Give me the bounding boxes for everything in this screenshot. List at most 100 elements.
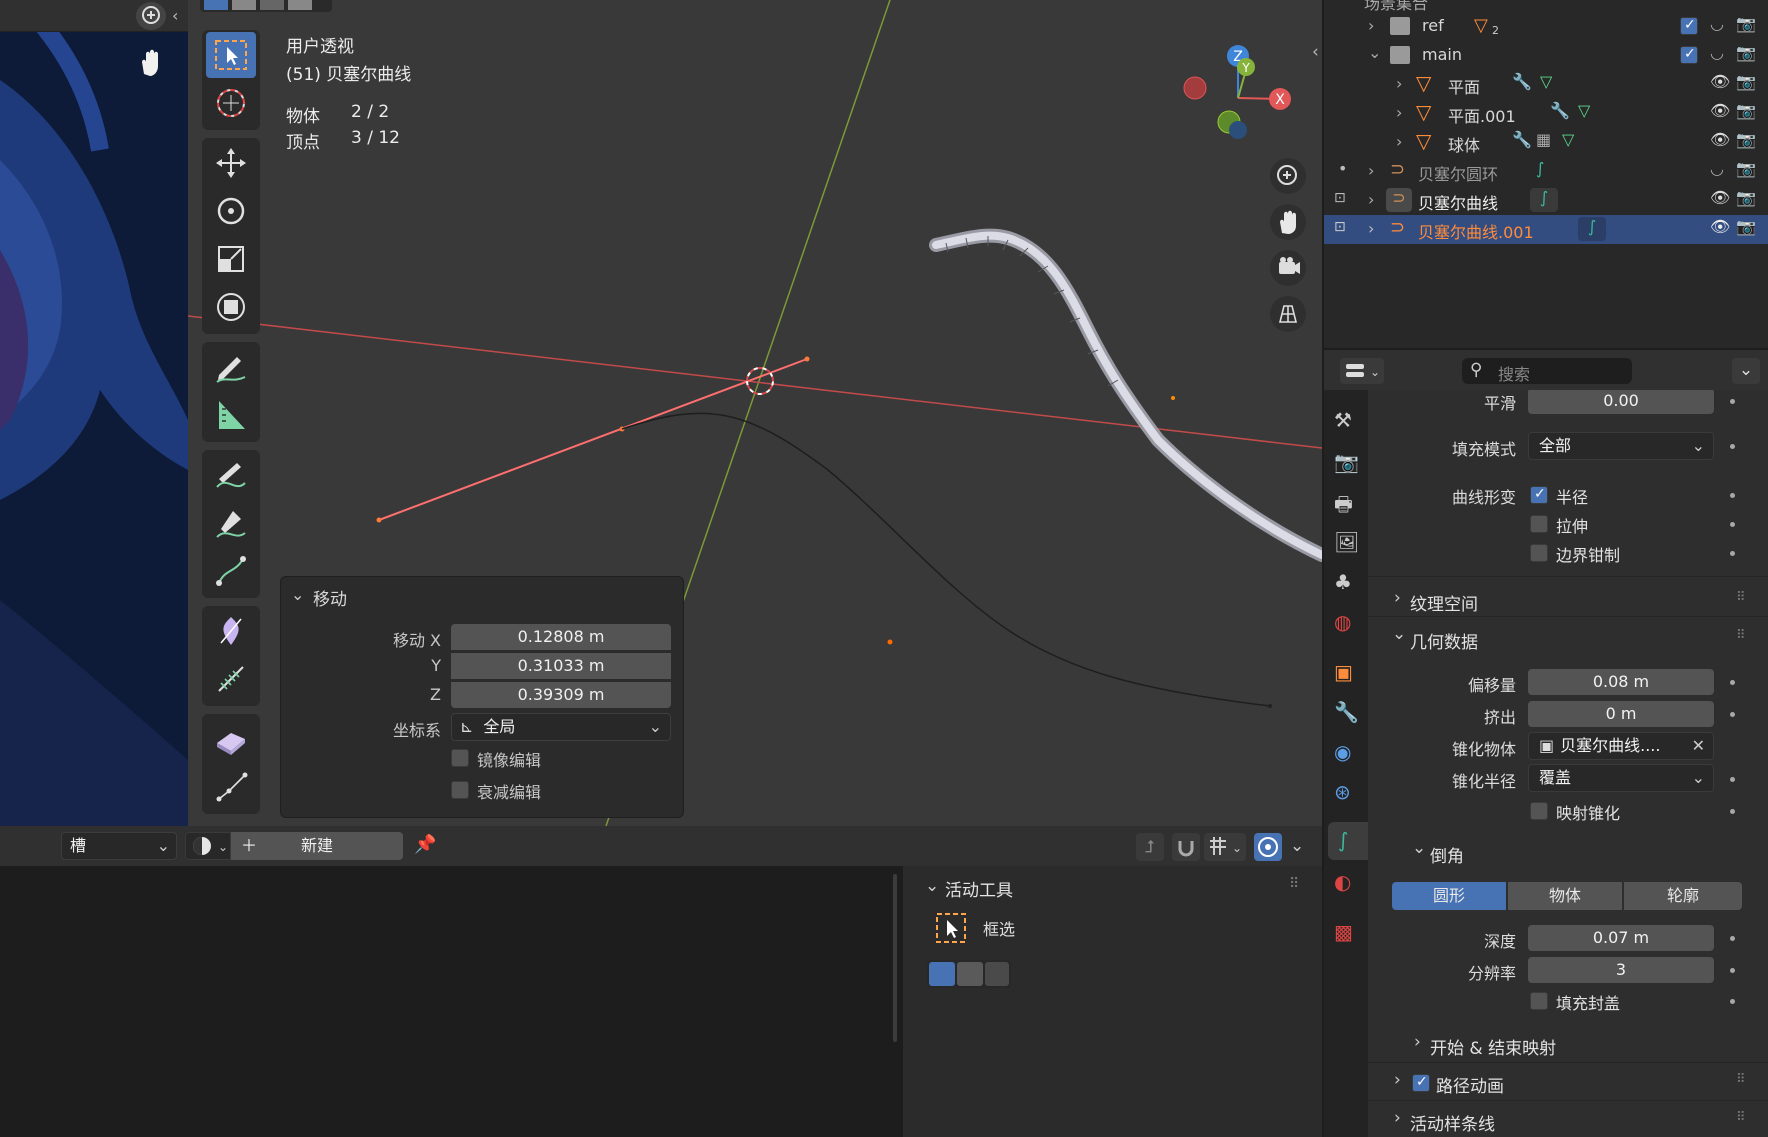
bevel-mode-round[interactable]: 圆形 bbox=[1392, 882, 1506, 910]
world-tab-icon[interactable]: ◍ bbox=[1334, 610, 1360, 636]
offset-field[interactable]: 0.08 m bbox=[1528, 669, 1714, 695]
hide-viewport-icon[interactable]: ◡ bbox=[1710, 159, 1724, 178]
tool-scale[interactable] bbox=[206, 236, 256, 282]
outliner[interactable]: 场景集合 › ref ▽ 2 ◡ 📷 ⌄ main ◡ 📷 › ▽ 平面 🔧 ▽… bbox=[1324, 0, 1768, 348]
ortho-grid-icon[interactable] bbox=[1270, 296, 1306, 332]
drag-handle-icon[interactable]: ⠿ bbox=[1736, 1072, 1746, 1087]
smooth-field[interactable]: 0.00 bbox=[1528, 390, 1714, 414]
select-new-icon[interactable] bbox=[204, 0, 228, 10]
chevron-right-icon[interactable]: › bbox=[1396, 103, 1402, 122]
outliner-row-ref[interactable]: › ref ▽ 2 ◡ 📷 bbox=[1324, 12, 1768, 41]
camera-render-icon[interactable]: 📷 bbox=[1736, 43, 1756, 62]
select-invert-icon[interactable] bbox=[288, 0, 312, 10]
constraint-tab-icon[interactable]: ⊛ bbox=[1334, 780, 1360, 806]
collapse-chevron-icon[interactable]: ‹ bbox=[172, 6, 178, 25]
tool-transform[interactable] bbox=[206, 284, 256, 330]
hide-viewport-icon[interactable]: ◡ bbox=[1710, 14, 1724, 33]
snap-magnet-icon[interactable] bbox=[1172, 833, 1200, 861]
camera-render-icon[interactable]: 📷 bbox=[1736, 159, 1756, 178]
fill-caps-checkbox[interactable] bbox=[1530, 992, 1548, 1010]
select-new-icon[interactable] bbox=[929, 962, 955, 986]
keyframe-dot[interactable] bbox=[1730, 493, 1735, 498]
chevron-right-icon[interactable]: › bbox=[1396, 132, 1402, 151]
outliner-row-main[interactable]: ⌄ main ◡ 📷 bbox=[1324, 41, 1768, 70]
3d-viewport[interactable]: 用户透视 (51) 贝塞尔曲线 物体 2 / 2 顶点 3 / 12 X Z Y… bbox=[188, 0, 1322, 826]
exclude-checkbox[interactable] bbox=[1680, 17, 1698, 35]
proportional-edit-icon[interactable] bbox=[1254, 833, 1282, 861]
bevel-title[interactable]: 倒角 bbox=[1430, 842, 1464, 867]
bevel-mode-profile[interactable]: 轮廓 bbox=[1624, 882, 1742, 910]
mirror-edit-checkbox[interactable] bbox=[451, 749, 469, 767]
geometry-title[interactable]: 几何数据 bbox=[1410, 628, 1478, 653]
camera-render-icon[interactable]: 📷 bbox=[1736, 188, 1756, 207]
tool-rotate[interactable] bbox=[206, 188, 256, 234]
camera-render-icon[interactable]: 📷 bbox=[1736, 217, 1756, 236]
bevel-mode-object[interactable]: 物体 bbox=[1508, 882, 1622, 910]
select-subtract-icon[interactable] bbox=[260, 0, 284, 10]
close-icon[interactable]: ✕ bbox=[1692, 733, 1705, 759]
start-end-mapping-title[interactable]: 开始 & 结束映射 bbox=[1430, 1034, 1556, 1059]
keyframe-dot[interactable] bbox=[1730, 777, 1735, 782]
tool-extrude-curve[interactable] bbox=[206, 548, 256, 594]
zoom-view-icon[interactable] bbox=[1270, 158, 1306, 194]
chevron-down-icon[interactable]: ⌄ bbox=[925, 876, 939, 896]
fill-mode-dropdown[interactable]: 全部 ⌄ bbox=[1528, 432, 1714, 460]
tool-pen[interactable] bbox=[206, 500, 256, 546]
edit-mode-icon[interactable]: ⊡ bbox=[1334, 190, 1346, 206]
object-tab-icon[interactable]: ▣ bbox=[1334, 660, 1360, 686]
camera-render-icon[interactable]: 📷 bbox=[1736, 101, 1756, 120]
tool-shear[interactable] bbox=[206, 716, 256, 762]
chevron-right-icon[interactable]: › bbox=[1394, 1108, 1401, 1128]
path-animation-title[interactable]: 路径动画 bbox=[1436, 1072, 1504, 1097]
bounds-clamp-checkbox[interactable] bbox=[1530, 544, 1548, 562]
camera-render-icon[interactable]: 📷 bbox=[1736, 130, 1756, 149]
zoom-icon[interactable] bbox=[136, 2, 166, 30]
transform-pivot-icon[interactable]: ⮥ bbox=[1136, 833, 1164, 861]
keyframe-dot[interactable] bbox=[1730, 999, 1735, 1004]
taper-radius-dropdown[interactable]: 覆盖 ⌄ bbox=[1528, 764, 1714, 792]
camera-view-icon[interactable] bbox=[1270, 250, 1306, 286]
outliner-row-bezier-circle[interactable]: • › ⊃ 贝塞尔圆环 ∫ ◡ 📷 bbox=[1324, 157, 1768, 186]
keyframe-dot[interactable] bbox=[1730, 399, 1735, 404]
chevron-right-icon[interactable]: › bbox=[1368, 161, 1374, 180]
physics-tab-icon[interactable]: ◉ bbox=[1334, 740, 1360, 766]
eye-icon[interactable]: 👁 bbox=[1710, 217, 1730, 236]
chevron-down-icon[interactable]: ⌄ bbox=[1290, 836, 1304, 856]
tool-draw-curve[interactable] bbox=[206, 452, 256, 498]
options-dropdown-icon[interactable]: ⌄ bbox=[1732, 358, 1760, 384]
falloff-edit-checkbox[interactable] bbox=[451, 781, 469, 799]
keyframe-dot[interactable] bbox=[1730, 680, 1735, 685]
depth-field[interactable]: 0.07 m bbox=[1528, 925, 1714, 951]
keyframe-dot[interactable] bbox=[1730, 551, 1735, 556]
tool-move[interactable] bbox=[206, 140, 256, 186]
keyframe-dot[interactable] bbox=[1730, 936, 1735, 941]
pin-icon[interactable]: 📌 bbox=[414, 834, 436, 855]
tool-tab-icon[interactable]: ⚒ bbox=[1334, 408, 1360, 434]
eye-icon[interactable]: 👁 bbox=[1710, 188, 1730, 207]
view-layer-tab-icon[interactable]: 🖼 bbox=[1334, 530, 1360, 556]
move-x-field[interactable]: 0.12808 m bbox=[451, 624, 671, 650]
active-spline-title[interactable]: 活动样条线 bbox=[1410, 1110, 1495, 1135]
navigation-gizmo[interactable]: X Z Y bbox=[1178, 42, 1298, 152]
eye-icon[interactable]: 👁 bbox=[1710, 130, 1730, 149]
taper-object-field[interactable]: ▣ 贝塞尔曲线.... ✕ bbox=[1528, 732, 1714, 760]
edit-mode-icon[interactable]: ⊡ bbox=[1334, 219, 1346, 235]
select-mode-strip[interactable] bbox=[200, 0, 332, 12]
map-taper-checkbox[interactable] bbox=[1530, 802, 1548, 820]
drag-handle-icon[interactable]: ⠿ bbox=[1736, 628, 1746, 643]
drag-handle-icon[interactable]: ⠿ bbox=[1736, 590, 1746, 605]
radius-checkbox[interactable] bbox=[1530, 486, 1548, 504]
keyframe-dot[interactable] bbox=[1730, 809, 1735, 814]
orientation-dropdown[interactable]: ⊾ 全局 ⌄ bbox=[451, 713, 671, 741]
chevron-right-icon[interactable]: › bbox=[1394, 1070, 1401, 1090]
pan-view-icon[interactable] bbox=[1270, 204, 1306, 240]
chevron-down-icon[interactable]: ⌄ bbox=[291, 585, 304, 604]
camera-render-icon[interactable]: 📷 bbox=[1736, 72, 1756, 91]
outliner-row-bezier-curve[interactable]: ⊡ › ⊃ 贝塞尔曲线 ∫ 👁 📷 bbox=[1324, 186, 1768, 215]
editor-type-dropdown[interactable]: ⌄ bbox=[1340, 358, 1384, 384]
chevron-down-icon[interactable]: ⌄ bbox=[1368, 43, 1381, 62]
eye-icon[interactable]: 👁 bbox=[1710, 72, 1730, 91]
chevron-right-icon[interactable]: › bbox=[1414, 1032, 1421, 1052]
snap-increment-dropdown[interactable]: ⌄ bbox=[1204, 833, 1246, 861]
drag-handle-icon[interactable]: ⠿ bbox=[1289, 876, 1299, 892]
